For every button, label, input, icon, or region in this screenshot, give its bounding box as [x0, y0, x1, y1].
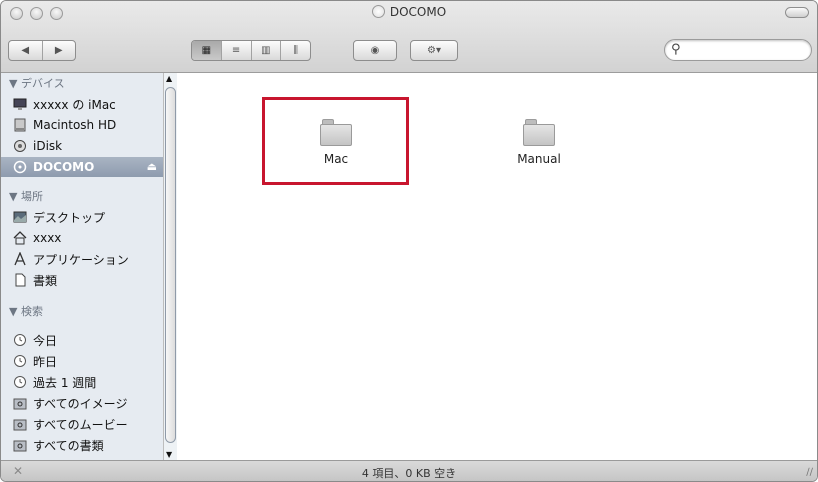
folder-item-manual[interactable]: Manual — [489, 119, 589, 166]
view-mode-control: ▦ ≡ ▥ ⫼ — [191, 40, 311, 61]
scroll-up-arrow[interactable]: ▲ — [166, 74, 172, 83]
sidebar-item-all-documents[interactable]: すべての書類 — [1, 435, 163, 455]
sidebar-item-idisk[interactable]: iDisk — [1, 136, 163, 156]
sidebar-item-docomo[interactable]: DOCOMO ⏏ — [1, 157, 163, 177]
sidebar-item-imac[interactable]: xxxxx の iMac — [1, 94, 163, 114]
gear-icon: ⚙▾ — [427, 45, 441, 56]
sidebar-item-home[interactable]: xxxx — [1, 228, 163, 248]
disc-icon — [371, 5, 385, 18]
sidebar-item-desktop[interactable]: デスクトップ — [1, 207, 163, 227]
sidebar-scrollbar[interactable]: ▲ ▼ — [163, 73, 177, 460]
eye-icon: ◉ — [370, 45, 380, 56]
icon-view-button[interactable]: ▦ — [192, 41, 222, 60]
list-view-icon: ≡ — [231, 45, 241, 56]
back-icon: ◀ — [21, 45, 30, 56]
scroll-thumb[interactable] — [165, 87, 176, 443]
coverflow-view-button[interactable]: ⫼ — [281, 41, 310, 60]
home-icon — [13, 231, 27, 245]
disc-icon — [13, 160, 27, 174]
sidebar-item-all-images[interactable]: すべてのイメージ — [1, 393, 163, 413]
back-forward-control: ◀ ▶ — [8, 40, 76, 61]
sidebar-item-all-movies[interactable]: すべてのムービー — [1, 414, 163, 434]
clock-icon — [14, 376, 26, 388]
clock-icon — [14, 334, 26, 346]
forward-icon: ▶ — [54, 45, 63, 56]
coverflow-view-icon: ⫼ — [293, 45, 298, 56]
quicklook-button[interactable]: ◉ — [353, 40, 397, 61]
smart-folder-icon — [13, 398, 27, 410]
hard-drive-icon — [14, 118, 26, 132]
sidebar: ▼ デバイス xxxxx の iMac Macintosh HD iDisk D… — [1, 73, 177, 460]
smart-folder-icon — [13, 440, 27, 452]
smart-folder-icon — [13, 419, 27, 431]
icon-view-icon: ▦ — [201, 45, 212, 56]
search-icon: ⚲ — [671, 42, 681, 57]
search-input[interactable] — [687, 43, 805, 56]
desktop-icon — [13, 211, 27, 223]
status-bar: ✕ 4 項目、0 KB 空き ∕∕ — [1, 460, 817, 481]
scroll-down-arrow[interactable]: ▼ — [166, 450, 172, 459]
sidebar-header-devices[interactable]: ▼ デバイス — [9, 75, 65, 91]
idisk-icon — [14, 140, 26, 152]
resize-grip-icon[interactable]: ∕∕ — [806, 467, 813, 478]
window-title: DOCOMO — [1, 5, 817, 19]
column-view-icon: ▥ — [261, 45, 271, 56]
column-view-button[interactable]: ▥ — [252, 41, 282, 60]
documents-icon — [15, 273, 26, 287]
file-browser: Mac Manual — [178, 73, 817, 460]
sidebar-header-search[interactable]: ▼ 検索 — [9, 303, 43, 319]
sidebar-item-macintosh-hd[interactable]: Macintosh HD — [1, 115, 163, 135]
sidebar-item-applications[interactable]: アプリケーション — [1, 249, 163, 269]
sidebar-item-past-week[interactable]: 過去 1 週間 — [1, 372, 163, 392]
list-view-button[interactable]: ≡ — [222, 41, 252, 60]
sidebar-item-today[interactable]: 今日 — [1, 330, 163, 350]
toolbar: DOCOMO ◀ ▶ ▦ ≡ ▥ ⫼ ◉ ⚙▾ ⚲ — [1, 1, 817, 73]
back-button[interactable]: ◀ — [9, 41, 43, 60]
toolbar-toggle-button[interactable] — [785, 7, 809, 18]
sidebar-item-yesterday[interactable]: 昨日 — [1, 351, 163, 371]
sidebar-header-places[interactable]: ▼ 場所 — [9, 188, 43, 204]
forward-button[interactable]: ▶ — [43, 41, 76, 60]
eject-icon[interactable]: ⏏ — [147, 160, 157, 173]
sidebar-item-documents[interactable]: 書類 — [1, 270, 163, 290]
search-field[interactable]: ⚲ — [664, 39, 812, 61]
folder-icon — [523, 119, 555, 146]
clock-icon — [14, 355, 26, 367]
applications-icon — [14, 252, 26, 266]
imac-icon — [13, 98, 27, 110]
finder-window: DOCOMO ◀ ▶ ▦ ≡ ▥ ⫼ ◉ ⚙▾ ⚲ ▼ デバイス xxxxx の… — [0, 0, 818, 482]
action-menu-button[interactable]: ⚙▾ — [410, 40, 458, 61]
highlight-box — [262, 97, 409, 185]
status-text: 4 項目、0 KB 空き — [361, 467, 457, 480]
